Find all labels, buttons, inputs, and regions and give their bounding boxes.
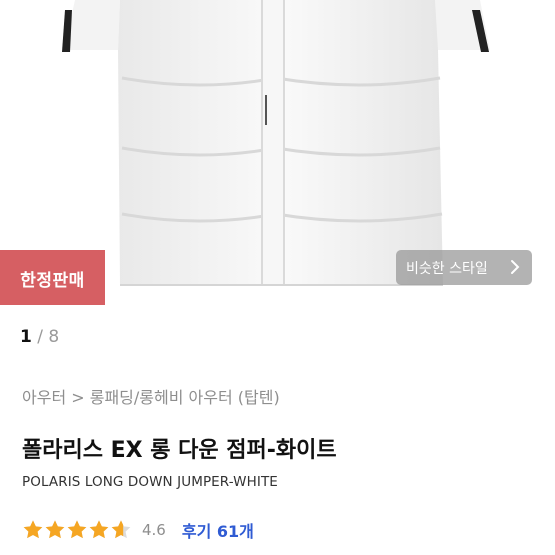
similar-style-button[interactable]: 비슷한 스타일 — [396, 250, 532, 285]
product-subtitle: POLARIS LONG DOWN JUMPER-WHITE — [22, 474, 278, 490]
pager-separator: / — [37, 327, 43, 347]
product-image-gallery[interactable]: 한정판매 비슷한 스타일 — [0, 0, 555, 305]
breadcrumb[interactable]: 아우터 > 롱패딩/롱헤비 아우터 (탑텐) — [22, 384, 280, 408]
star-icon — [89, 520, 109, 539]
star-icon — [111, 520, 131, 539]
pager-current: 1 — [20, 327, 32, 347]
product-title: 폴라리스 EX 롱 다운 점퍼-화이트 — [22, 438, 337, 463]
limited-sale-badge: 한정판매 — [0, 250, 105, 305]
chevron-right-icon — [511, 260, 520, 274]
rating-row: 4.6 후기 61개 — [22, 517, 254, 543]
star-icon — [67, 520, 87, 539]
image-pager: 1 / 8 — [20, 327, 59, 347]
pager-total: 8 — [48, 327, 60, 347]
reviews-link[interactable]: 후기 61개 — [182, 518, 254, 542]
rating-value: 4.6 — [142, 521, 166, 539]
star-icon — [45, 520, 65, 539]
similar-style-label: 비슷한 스타일 — [406, 260, 488, 277]
rating-stars — [22, 519, 132, 541]
star-icon — [23, 520, 43, 539]
